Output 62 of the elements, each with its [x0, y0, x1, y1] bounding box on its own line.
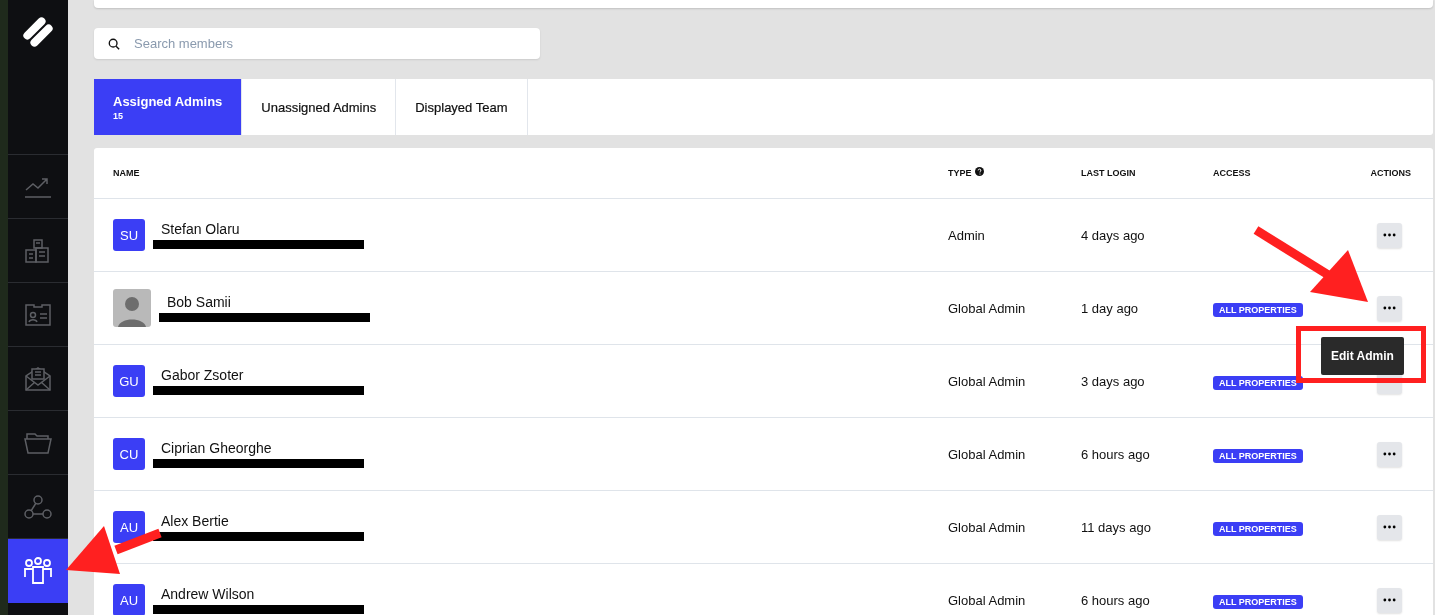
more-actions-button[interactable] — [1377, 295, 1402, 321]
avatar: AU — [113, 584, 145, 615]
tab-count: 15 — [113, 110, 124, 121]
folder-icon — [24, 430, 52, 455]
tooltip: Edit Admin — [1321, 337, 1404, 375]
tab-label: Displayed Team — [415, 99, 508, 115]
help-icon — [974, 167, 984, 176]
nav-item[interactable] — [8, 539, 68, 603]
access-tag: ALL PROPERTIES — [1213, 449, 1303, 463]
admin-type: Global Admin — [948, 373, 1027, 389]
tab[interactable]: Unassigned Admins — [242, 79, 397, 135]
last-login: 6 hours ago — [1081, 446, 1151, 462]
avatar-silhouette — [113, 289, 151, 327]
last-login: 11 days ago — [1081, 519, 1152, 535]
member-name: Alex Bertie — [160, 513, 230, 529]
admin-type: Global Admin — [948, 519, 1027, 535]
envelope-icon — [24, 365, 52, 392]
tab[interactable]: Displayed Team — [396, 79, 528, 135]
id-card-icon — [24, 302, 52, 327]
column-header: ACCESS — [1213, 168, 1251, 178]
last-login: 1 day ago — [1081, 300, 1140, 316]
member-name: Gabor Zsoter — [160, 367, 245, 383]
admin-type: Global Admin — [948, 446, 1027, 462]
admin-type: Global Admin — [948, 300, 1027, 316]
avatar: SU — [113, 219, 145, 251]
member-name: Stefan Olaru — [160, 221, 241, 237]
column-header: LAST LOGIN — [1081, 168, 1136, 178]
access-tag: ALL PROPERTIES — [1213, 376, 1303, 390]
ellipsis-icon — [1383, 306, 1396, 310]
tab-label: Assigned Admins — [113, 93, 223, 109]
admin-type: Admin — [948, 227, 986, 243]
tab-label: Unassigned Admins — [261, 99, 377, 115]
ellipsis-icon — [1383, 452, 1396, 456]
column-header: NAME — [113, 168, 140, 178]
last-login: 3 days ago — [1081, 373, 1146, 389]
access-tag: ALL PROPERTIES — [1213, 522, 1303, 536]
search-field[interactable]: Search members — [94, 28, 540, 59]
more-actions-button[interactable] — [1377, 587, 1402, 613]
member-name: Bob Samii — [166, 294, 232, 310]
member-name: Andrew Wilson — [160, 586, 256, 602]
ellipsis-icon — [1383, 233, 1396, 237]
avatar: CU — [113, 438, 145, 470]
more-actions-button[interactable] — [1377, 441, 1402, 467]
network-icon — [24, 493, 52, 520]
member-name: Ciprian Gheorghe — [160, 440, 273, 456]
ellipsis-icon — [1383, 598, 1396, 602]
access-tag: ALL PROPERTIES — [1213, 303, 1303, 317]
ellipsis-icon — [1383, 525, 1396, 529]
last-login: 6 hours ago — [1081, 592, 1151, 608]
more-actions-button[interactable] — [1377, 514, 1402, 540]
last-login: 4 days ago — [1081, 227, 1146, 243]
avatar: GU — [113, 365, 145, 397]
logo-icon — [20, 14, 56, 50]
search-icon — [108, 38, 120, 50]
column-header: TYPE — [948, 168, 972, 178]
admin-type: Global Admin — [948, 592, 1027, 608]
column-header: ACTIONS — [1370, 168, 1411, 178]
more-actions-button[interactable] — [1377, 222, 1402, 248]
team-icon — [23, 556, 53, 585]
tab[interactable]: Assigned Admins 15 — [94, 79, 243, 135]
access-tag: ALL PROPERTIES — [1213, 595, 1303, 609]
buildings-icon — [24, 237, 52, 264]
